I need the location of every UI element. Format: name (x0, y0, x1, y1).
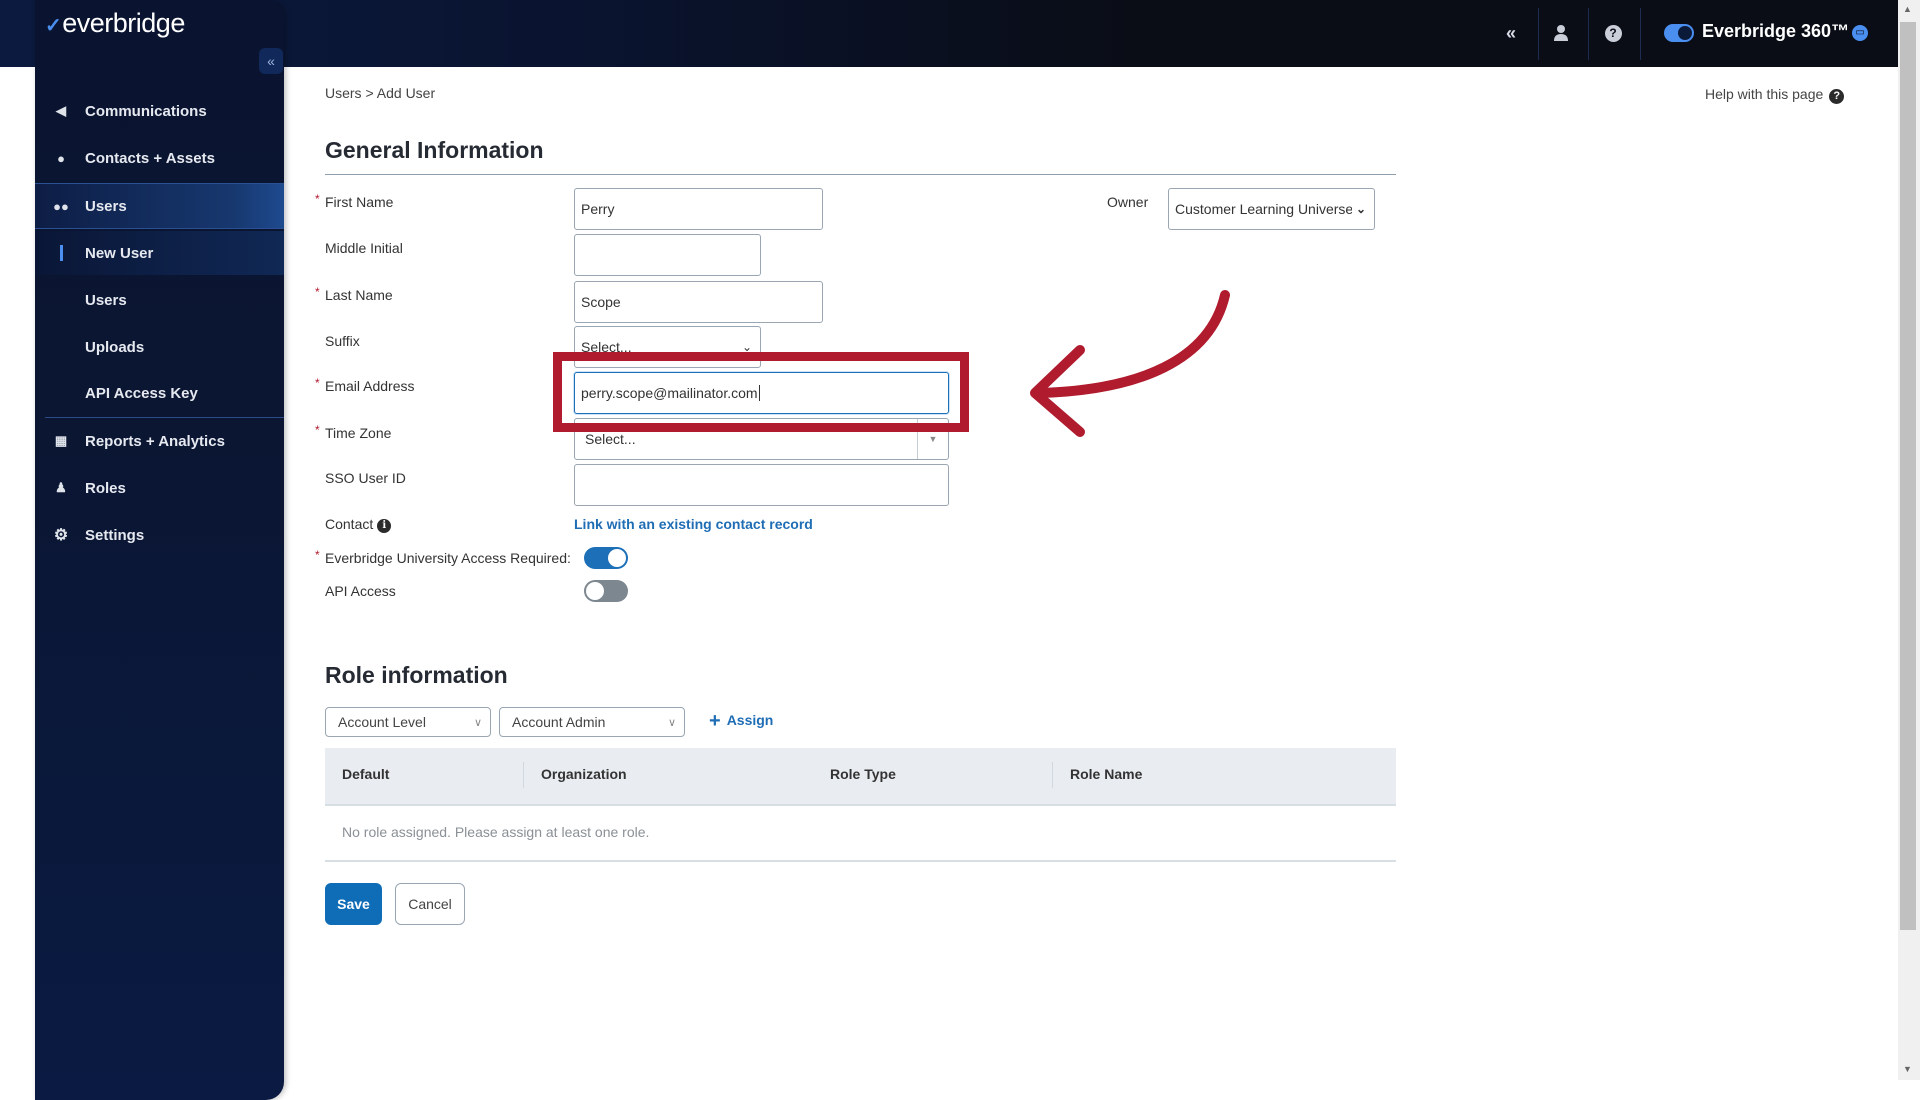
role-name-select[interactable]: Account Admin ∨ (499, 707, 685, 737)
save-button[interactable]: Save (325, 883, 382, 925)
column-role-name[interactable]: Role Name (1070, 766, 1142, 782)
sidebar-item-contacts-assets[interactable]: ● Contacts + Assets (35, 136, 284, 180)
first-name-input[interactable]: Perry (574, 188, 823, 230)
user-gear-icon: ♟ (55, 480, 67, 495)
column-default[interactable]: Default (342, 766, 389, 782)
cancel-button[interactable]: Cancel (395, 883, 465, 925)
owner-select[interactable]: Customer Learning Universe ⌄ (1168, 188, 1375, 230)
api-access-toggle[interactable] (584, 580, 628, 602)
column-role-type[interactable]: Role Type (830, 766, 896, 782)
info-icon[interactable]: i (377, 519, 392, 533)
breadcrumb: Users > Add User (325, 85, 435, 101)
question-circle-icon: ? (1604, 24, 1622, 42)
sso-user-id-input[interactable] (574, 464, 949, 506)
double-chevron-left-icon: « (267, 53, 275, 69)
time-zone-label: * Time Zone (315, 423, 392, 441)
help-with-page-link[interactable]: Help with this page? (1705, 86, 1845, 104)
top-header: « ? Everbridge 360™ ▭ (0, 0, 1898, 67)
email-address-label: * Email Address (315, 376, 415, 394)
api-access-label: API Access (325, 583, 396, 599)
text-cursor (758, 385, 760, 401)
first-name-label: * First Name (315, 192, 394, 210)
scroll-thumb[interactable] (1900, 22, 1916, 930)
product-toggle[interactable] (1664, 24, 1694, 42)
column-divider (1052, 762, 1053, 788)
breadcrumb-separator: > (365, 85, 374, 101)
roles-table: Default Organization Role Type Role Name… (325, 748, 1396, 862)
toggle-knob (586, 582, 604, 600)
caret-down-icon: ▼ (917, 419, 948, 459)
section-divider (325, 174, 1396, 175)
general-information-title: General Information (325, 137, 544, 163)
time-zone-select[interactable]: Select... ▼ (574, 418, 949, 460)
breadcrumb-users-link[interactable]: Users (325, 85, 362, 101)
owner-label: Owner (1107, 194, 1149, 210)
annotation-arrow-icon (1030, 290, 1230, 437)
bar-chart-icon: ▦ (54, 433, 68, 448)
toggle-knob (608, 549, 626, 567)
chat-bubble-icon[interactable]: ▭ (1852, 25, 1868, 41)
logo-check-icon: ✓ (45, 15, 62, 37)
role-level-select[interactable]: Account Level ∨ (325, 707, 491, 737)
sso-user-id-label: SSO User ID (325, 470, 406, 486)
suffix-select[interactable]: Select... ⌄ (574, 326, 761, 368)
sidebar-subitem-users[interactable]: Users (35, 278, 284, 322)
chevron-down-icon: ⌄ (741, 340, 752, 354)
roles-table-header: Default Organization Role Type Role Name (325, 748, 1396, 806)
university-access-label: * Everbridge University Access Required: (315, 548, 571, 566)
assign-role-button[interactable]: + Assign (709, 710, 773, 733)
sidebar-item-users[interactable]: ●● Users (35, 183, 284, 229)
users-icon: ●● (53, 198, 69, 214)
vertical-scrollbar[interactable]: ▲ ▼ (1898, 0, 1920, 1080)
roles-empty-row: No role assigned. Please assign at least… (325, 806, 1396, 862)
double-chevron-left-icon: « (1505, 22, 1516, 43)
sidebar-subitem-uploads[interactable]: Uploads (35, 325, 284, 369)
header-divider (1640, 8, 1641, 60)
column-organization[interactable]: Organization (541, 766, 627, 782)
contact-label: Contact i (325, 516, 392, 533)
email-address-input[interactable]: perry.scope@mailinator.com (574, 372, 949, 414)
chevron-down-icon: ∨ (473, 716, 482, 729)
empty-message: No role assigned. Please assign at least… (342, 824, 650, 840)
suffix-label: Suffix (325, 333, 360, 349)
sidebar-subitem-api-access-key[interactable]: API Access Key (35, 371, 284, 415)
collapse-all-button[interactable]: « (1496, 18, 1526, 48)
chevron-down-icon: ⌄ (1353, 202, 1366, 216)
help-button[interactable]: ? (1598, 18, 1628, 48)
product-label: Everbridge 360™ (1702, 21, 1850, 41)
question-circle-icon: ? (1829, 89, 1845, 104)
middle-initial-label: Middle Initial (325, 240, 403, 256)
breadcrumb-current: Add User (376, 85, 436, 101)
sidebar-item-communications[interactable]: ◀ Communications (35, 89, 284, 133)
role-information-title: Role information (325, 662, 508, 688)
sidebar-item-roles[interactable]: ♟ Roles (35, 466, 284, 510)
megaphone-icon: ◀ (56, 103, 66, 118)
map-pin-icon: ● (57, 150, 65, 166)
profile-button[interactable] (1546, 18, 1576, 48)
current-indicator (60, 245, 63, 261)
header-divider (1538, 8, 1539, 60)
header-divider (1588, 8, 1589, 60)
column-divider (523, 762, 524, 788)
sidebar-divider (45, 417, 284, 418)
sidebar-item-reports-analytics[interactable]: ▦ Reports + Analytics (35, 419, 284, 463)
plus-icon: + (709, 710, 721, 732)
sidebar-collapse-button[interactable]: « (259, 48, 283, 74)
university-access-toggle[interactable] (584, 547, 628, 569)
last-name-input[interactable]: Scope (574, 281, 823, 323)
gear-icon: ⚙ (53, 527, 69, 544)
link-existing-contact[interactable]: Link with an existing contact record (574, 516, 813, 532)
everbridge-logo[interactable]: ✓everbridge (45, 8, 185, 39)
middle-initial-input[interactable] (574, 234, 761, 276)
sidebar: ✓everbridge « ◀ Communications ● Contact… (35, 0, 284, 1100)
sidebar-item-settings[interactable]: ⚙ Settings (35, 513, 284, 557)
scroll-up-arrow-icon[interactable]: ▲ (1903, 4, 1912, 14)
scroll-down-arrow-icon[interactable]: ▼ (1903, 1064, 1912, 1074)
user-icon (1554, 25, 1568, 41)
sidebar-subitem-new-user[interactable]: New User (35, 231, 284, 275)
last-name-label: * Last Name (315, 285, 393, 303)
chevron-down-icon: ∨ (667, 716, 676, 729)
